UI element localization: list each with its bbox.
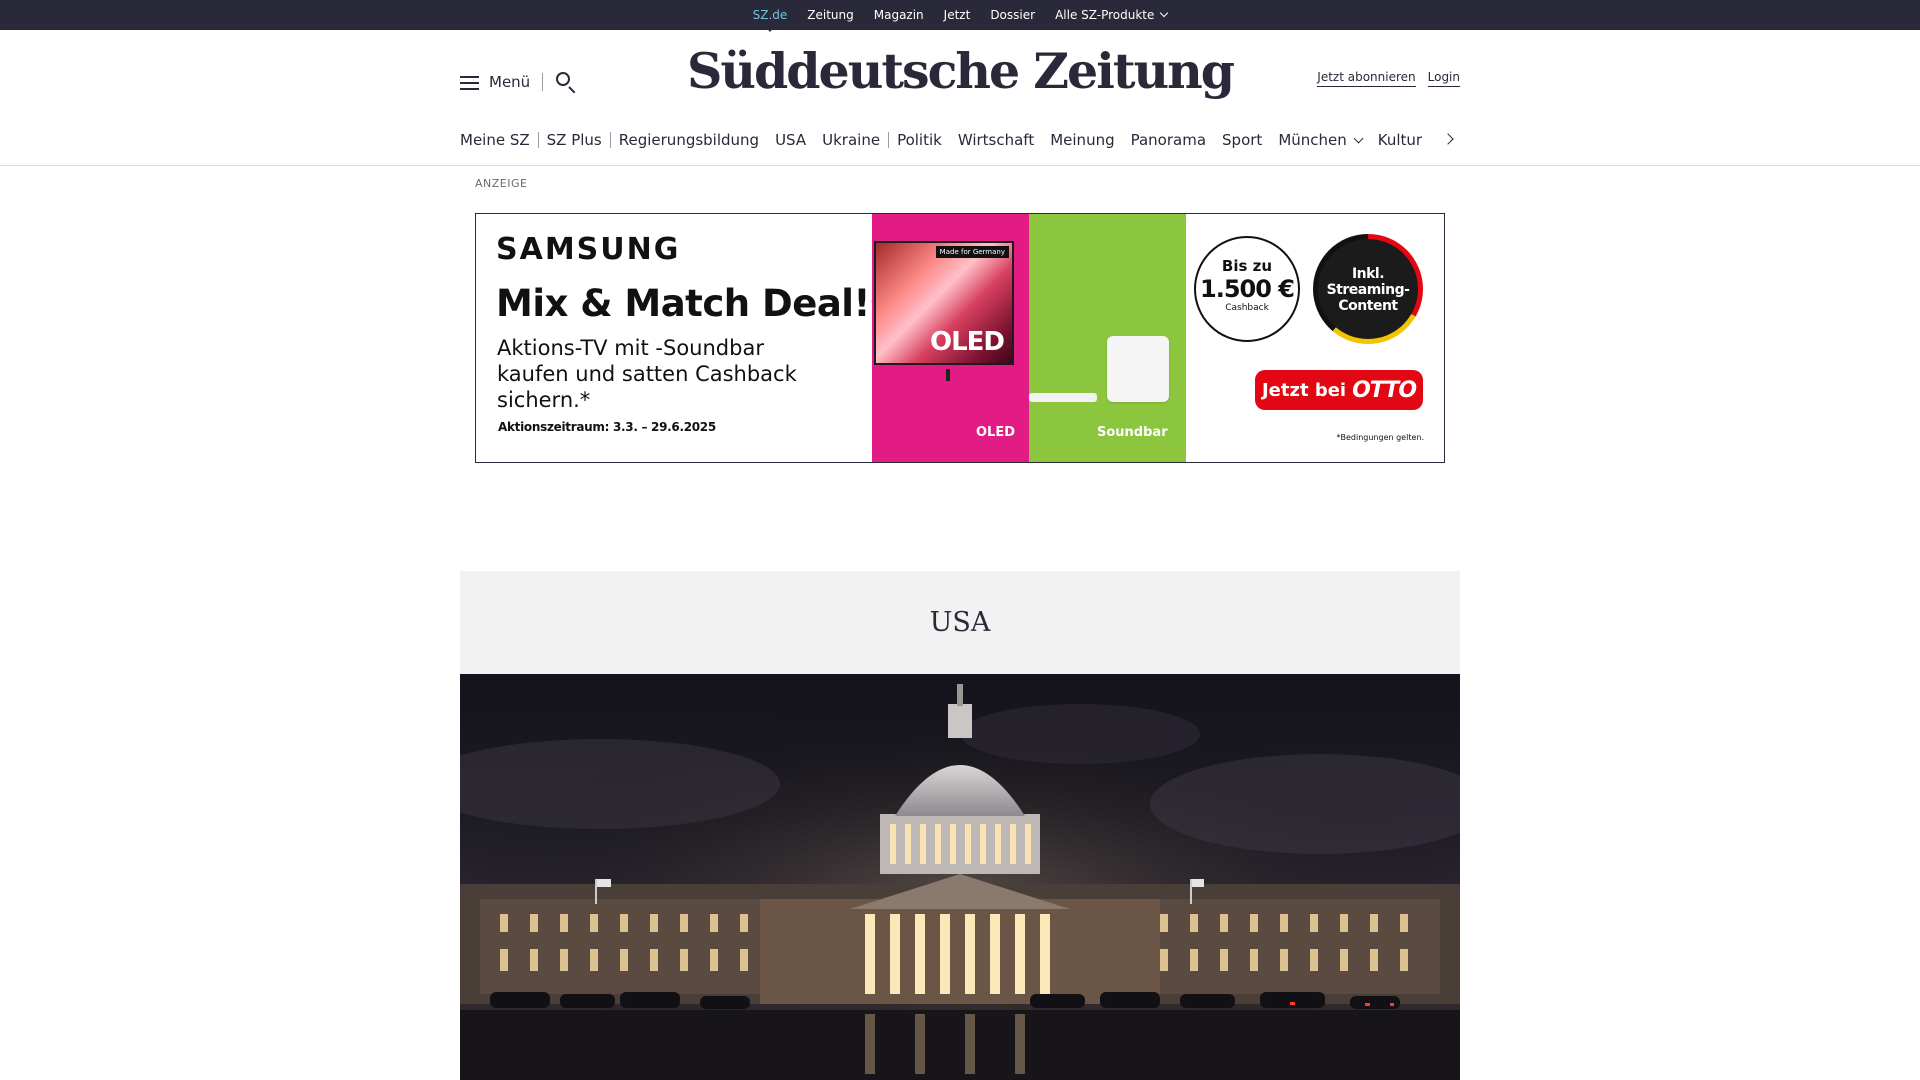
tv-badge: Made for Germany — [935, 246, 1009, 258]
section-header: USA — [460, 571, 1460, 674]
top-link-zeitung[interactable]: Zeitung — [807, 8, 853, 22]
section-nav: Meine SZ SZ Plus Regierungsbildung USA U… — [460, 128, 1460, 152]
streaming-text: Inkl. Streaming-Content — [1318, 239, 1418, 339]
nav-item-wirtschaft[interactable]: Wirtschaft — [950, 131, 1042, 149]
ad-disclaimer: *Bedingungen gelten. — [1336, 433, 1424, 442]
nav-item-muenchen[interactable]: München — [1270, 131, 1369, 149]
ad-headline: Mix & Match Deal!s — [496, 282, 892, 325]
section-title: USA — [929, 607, 991, 638]
chevron-right-icon[interactable] — [1442, 133, 1454, 145]
nav-item-meine-sz[interactable]: Meine SZ — [460, 131, 538, 149]
cashback-amount: 1.500 € — [1200, 275, 1295, 303]
ad-label: ANZEIGE — [475, 177, 528, 190]
otto-logo: OTTO — [1352, 377, 1417, 403]
chevron-down-icon — [1160, 8, 1169, 18]
site-header: Menü Süddeutsche Zeitung Jetzt abonniere… — [460, 30, 1460, 134]
nav-item-usa[interactable]: USA — [767, 131, 814, 149]
caption-oled: OLED — [976, 425, 1016, 440]
site-logo[interactable]: Süddeutsche Zeitung — [460, 42, 1460, 100]
ad-subline: Aktions-TV mit -Soundbar kaufen und satt… — [497, 336, 797, 412]
top-link-alle-sz-produkte-label: Alle SZ-Produkte — [1055, 8, 1155, 22]
streaming-badge: Inkl. Streaming-Content — [1313, 234, 1423, 344]
subscribe-link[interactable]: Jetzt abonnieren — [1317, 70, 1416, 87]
capitol-night-image — [460, 674, 1460, 1080]
nav-item-ukraine[interactable]: Ukraine — [814, 131, 888, 149]
top-link-dossier[interactable]: Dossier — [990, 8, 1035, 22]
ad-brand: SAMSUNG — [496, 232, 681, 267]
cashback-line-3: Cashback — [1225, 303, 1269, 313]
soundbar-image — [1029, 393, 1097, 402]
nav-item-regierungsbildung[interactable]: Regierungsbildung — [611, 131, 767, 149]
nav-item-muenchen-label: München — [1278, 131, 1347, 149]
ad-banner[interactable]: SAMSUNG Mix & Match Deal!s Aktions-TV mi… — [475, 213, 1445, 463]
cashback-line-1: Bis zu — [1221, 257, 1273, 275]
tv-image: Made for Germany OLED — [874, 241, 1014, 365]
top-bar-nav: SZ.de Zeitung Magazin Jetzt Dossier Alle… — [0, 0, 1920, 32]
top-bar: SZ.de Zeitung Magazin Jetzt Dossier Alle… — [0, 0, 1920, 32]
tv-stand — [946, 369, 950, 381]
top-link-sz-de[interactable]: SZ.de — [753, 8, 787, 32]
header-account-links: Jetzt abonnieren Login — [1317, 70, 1460, 87]
tv-oled-label: OLED — [929, 327, 1005, 357]
top-link-alle-sz-produkte[interactable]: Alle SZ-Produkte — [1055, 8, 1169, 22]
header-divider-line — [0, 165, 1920, 166]
top-link-magazin[interactable]: Magazin — [874, 8, 924, 22]
hero-image[interactable] — [460, 674, 1460, 1080]
caption-soundbar: Soundbar — [1097, 425, 1168, 440]
nav-item-sz-plus[interactable]: SZ Plus — [539, 131, 610, 149]
cta-prefix: Jetzt bei — [1261, 379, 1347, 401]
subwoofer-image — [1107, 336, 1169, 402]
nav-item-meinung[interactable]: Meinung — [1042, 131, 1122, 149]
login-link[interactable]: Login — [1427, 70, 1460, 87]
nav-item-kultur[interactable]: Kultur — [1370, 131, 1430, 149]
nav-item-politik[interactable]: Politik — [889, 131, 950, 149]
ad-cta-button[interactable]: Jetzt bei OTTO — [1255, 370, 1423, 410]
cashback-badge: Bis zu 1.500 € Cashback — [1194, 236, 1300, 342]
chevron-down-icon — [1353, 133, 1364, 144]
nav-item-panorama[interactable]: Panorama — [1123, 131, 1214, 149]
top-link-jetzt[interactable]: Jetzt — [944, 8, 971, 22]
nav-item-sport[interactable]: Sport — [1214, 131, 1270, 149]
ad-period: Aktionszeitraum: 3.3. – 29.6.2025 — [498, 420, 716, 434]
